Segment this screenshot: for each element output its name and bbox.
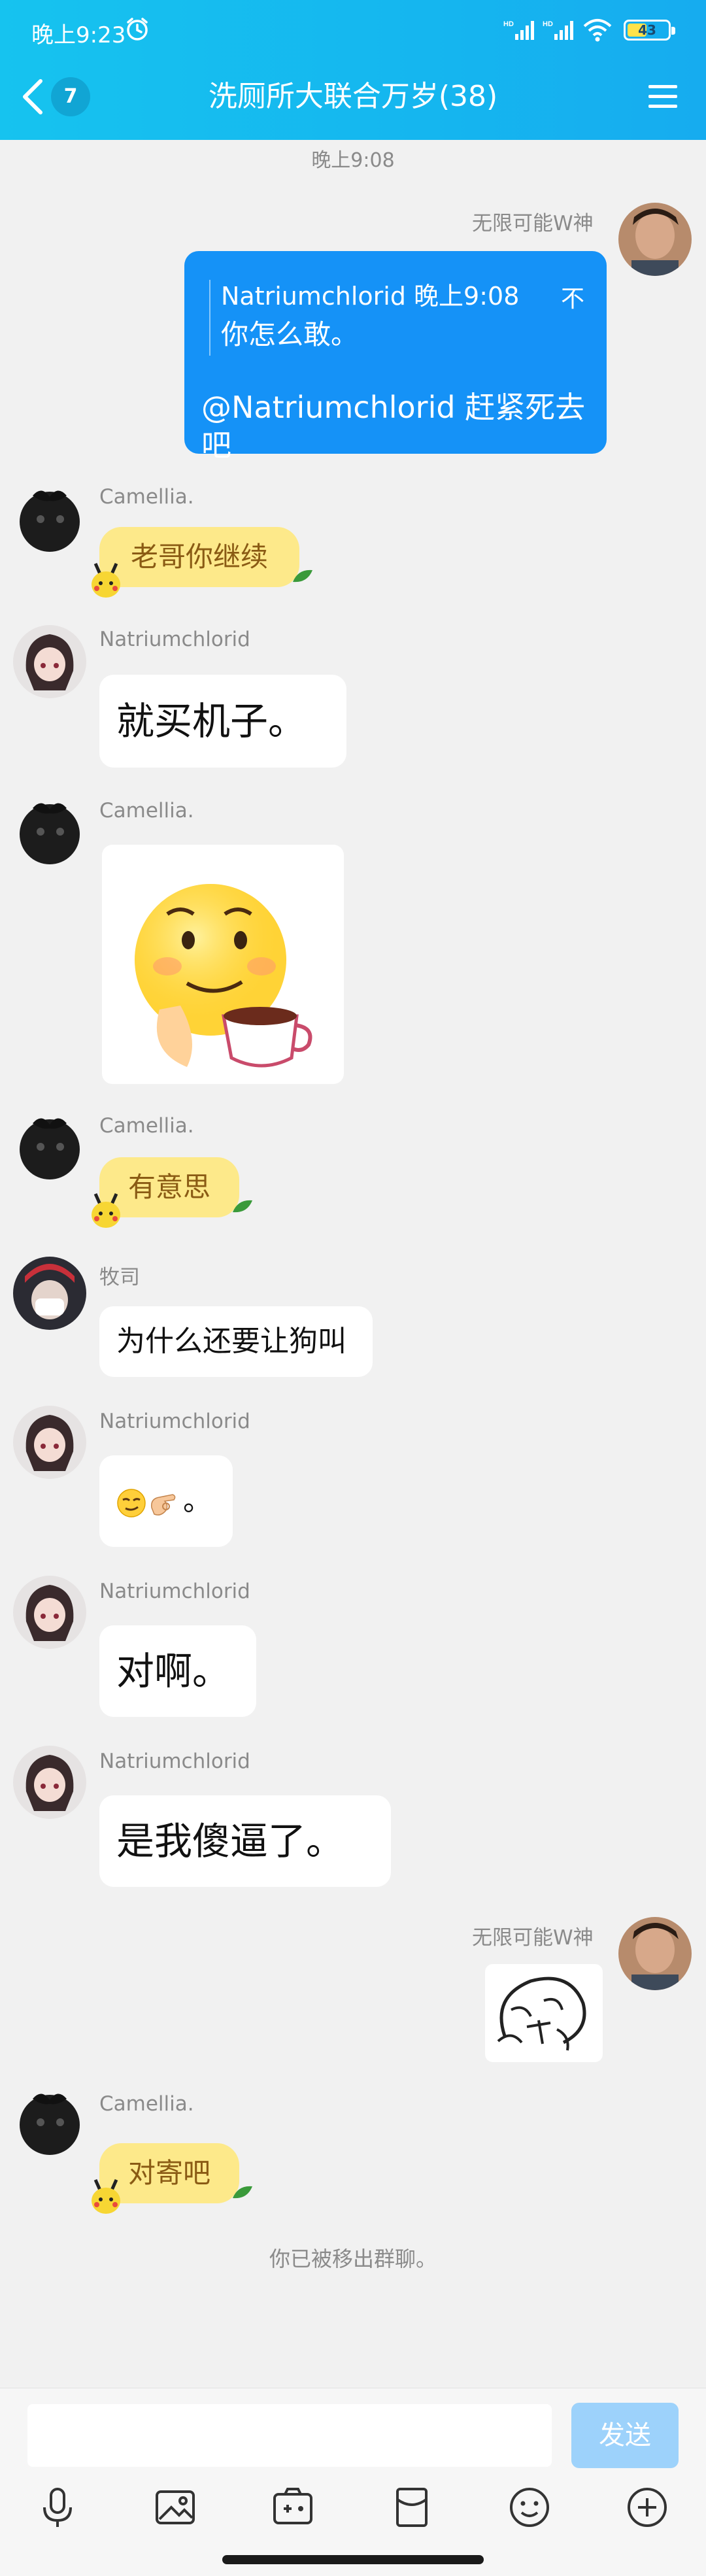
quoted-header: Natriumchlorid 晚上9:08 [221, 282, 520, 311]
sender-name: Natriumchlorid [99, 1410, 250, 1433]
emoji-icon[interactable] [506, 2484, 553, 2531]
image-icon[interactable] [152, 2484, 199, 2531]
system-notice: 你已被移出群聊。 [269, 2246, 437, 2271]
avatar-natriumchlorid[interactable] [13, 625, 86, 698]
avatar-camellia[interactable] [13, 483, 86, 556]
avatar-natriumchlorid[interactable] [13, 1746, 86, 1819]
signal-icon-2: HD [543, 20, 573, 40]
message-bubble[interactable]: 对啊。 [99, 1625, 256, 1717]
avatar-natriumchlorid[interactable] [13, 1406, 86, 1479]
emoji-sticker-image[interactable] [102, 845, 344, 1084]
avatar-camellia[interactable] [13, 1110, 86, 1183]
battery-level: 43 [638, 22, 656, 38]
ok-hand-emoji-icon [151, 1494, 176, 1516]
red-packet-icon[interactable] [388, 2484, 435, 2531]
chat-screen: 晚上9:23 HD HD 43 7 洗厕所大联合万岁(38) 晚上9:08 无限… [0, 0, 706, 2576]
message-text: 。 [183, 1484, 212, 1517]
leaf-icon [233, 2186, 252, 2199]
sender-name: Natriumchlorid [99, 1750, 250, 1773]
leaf-icon [293, 569, 312, 583]
avatar-camellia[interactable] [13, 2086, 86, 2159]
alarm-icon [127, 18, 148, 41]
input-area: 发送 [0, 2388, 706, 2576]
message-timestamp: 晚上9:08 [311, 149, 395, 172]
sender-name: Natriumchlorid [99, 628, 250, 651]
pikachu-sticker-icon [92, 562, 120, 598]
smirk-emoji-icon [117, 1489, 146, 1517]
doodle-sticker-image[interactable] [485, 1964, 603, 2062]
message-bubble[interactable]: 是我傻逼了。 [99, 1795, 391, 1887]
avatar-mu-si[interactable] [13, 1257, 86, 1330]
avatar-camellia[interactable] [13, 795, 86, 868]
leaf-icon [233, 1200, 252, 1213]
mic-icon[interactable] [34, 2484, 81, 2531]
sender-name: Camellia. [99, 2092, 194, 2116]
pikachu-sticker-icon [92, 2178, 120, 2214]
quoted-text: 你怎么敢。 [221, 318, 359, 350]
plus-icon[interactable] [624, 2484, 671, 2531]
home-indicator[interactable] [222, 2555, 484, 2564]
chat-header: 晚上9:23 HD HD 43 7 洗厕所大联合万岁(38) [0, 0, 706, 140]
camera-icon[interactable] [269, 2484, 316, 2531]
quoted-reply[interactable]: Natriumchlorid 晚上9:08 不 你怎么敢。 [209, 280, 597, 356]
message-text: @Natriumchlorid 赶紧死去吧 [201, 390, 586, 463]
pikachu-sticker-icon [92, 1193, 120, 1228]
status-time: 晚上9:23 [31, 22, 126, 48]
avatar-self[interactable] [618, 203, 692, 276]
quoted-unread-mark: 不 [560, 286, 584, 313]
avatar-natriumchlorid[interactable] [13, 1576, 86, 1649]
sender-name: Camellia. [99, 1114, 194, 1138]
group-title[interactable]: 洗厕所大联合万岁(38) [131, 78, 575, 115]
send-button[interactable]: 发送 [571, 2403, 679, 2468]
menu-icon[interactable] [647, 82, 679, 111]
reply-message-bubble[interactable]: Natriumchlorid 晚上9:08 不 你怎么敢。 @Natriumch… [184, 251, 607, 463]
svg-text:HD: HD [543, 20, 553, 28]
avatar-self[interactable] [618, 1917, 692, 1990]
message-bubble[interactable]: 。 [99, 1455, 233, 1547]
unread-count-badge[interactable]: 7 [51, 77, 90, 116]
back-arrow-icon[interactable] [20, 77, 46, 116]
sender-name: Camellia. [99, 485, 194, 509]
sender-name: Natriumchlorid [99, 1580, 250, 1603]
battery-icon: 43 [624, 20, 675, 41]
sender-name: 无限可能W神 [472, 1926, 594, 1950]
sender-name: 无限可能W神 [472, 212, 594, 235]
sender-name: Camellia. [99, 799, 194, 822]
svg-text:HD: HD [503, 20, 514, 28]
message-bubble[interactable]: 就买机子。 [99, 675, 346, 768]
signal-icon: HD [503, 20, 534, 40]
message-input[interactable] [27, 2404, 552, 2467]
message-bubble[interactable]: 老哥你继续 [99, 527, 299, 587]
wifi-icon [583, 19, 612, 42]
message-bubble[interactable]: 为什么还要让狗叫 [99, 1306, 373, 1377]
sender-name: 牧司 [99, 1266, 140, 1289]
